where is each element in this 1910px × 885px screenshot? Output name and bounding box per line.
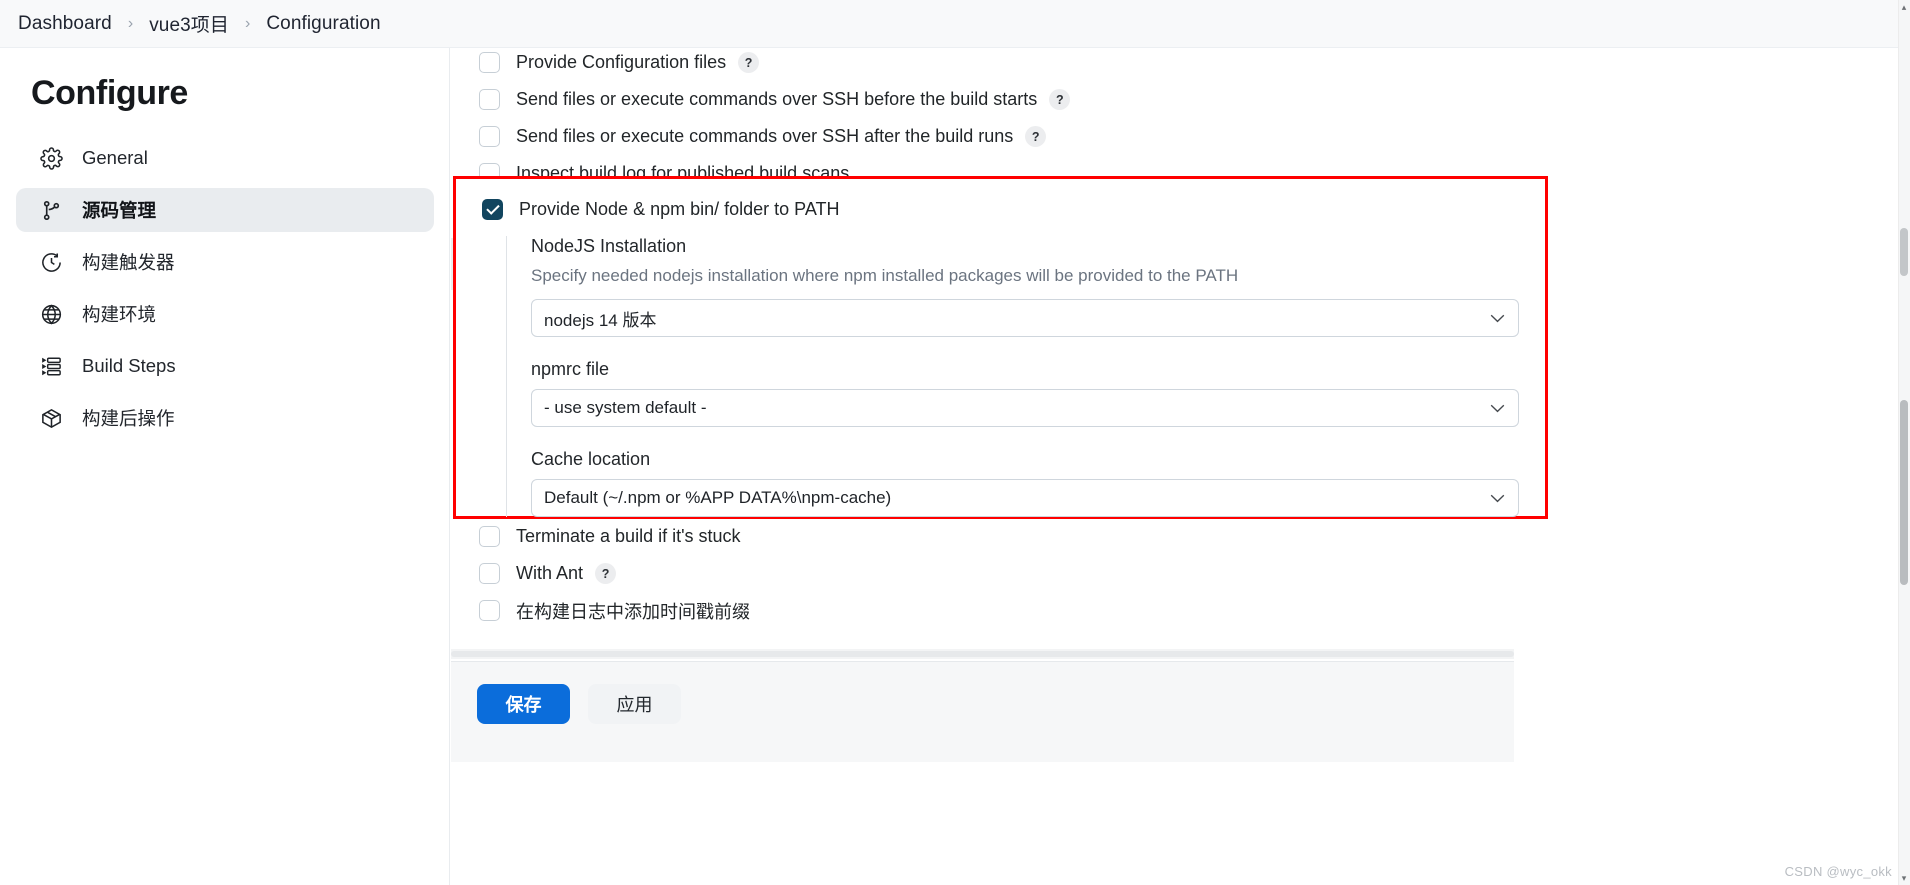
option-label: Send files or execute commands over SSH … — [516, 126, 1014, 146]
breadcrumb-item-project[interactable]: vue3项目 — [149, 10, 229, 37]
highlight-box-nodejs: Provide Node & npm bin/ folder to PATH N… — [453, 176, 1548, 519]
bottom-options-group: Terminate a build if it's stuck With Ant… — [479, 518, 750, 629]
option-label: With Ant — [516, 563, 584, 583]
package-icon — [38, 405, 64, 431]
app-window: Dashboard › vue3项目 › Configuration Confi… — [0, 0, 1910, 885]
sidebar-item-build-steps[interactable]: Build Steps — [16, 344, 434, 388]
chevron-down-icon — [1490, 398, 1505, 418]
scroll-down-icon[interactable]: ▾ — [1899, 873, 1909, 883]
watermark: CSDN @wyc_okk — [1784, 864, 1892, 879]
sidebar-item-source-control[interactable]: 源码管理 — [16, 188, 434, 232]
npmrc-file-label: npmrc file — [531, 359, 610, 379]
scroll-up-icon[interactable]: ▴ — [1899, 2, 1909, 12]
cache-location-value: Default (~/.npm or %APP DATA%\npm-cache) — [544, 488, 892, 507]
breadcrumb-item-dashboard[interactable]: Dashboard — [18, 13, 112, 35]
horizontal-scrollbar[interactable] — [451, 649, 1514, 659]
breadcrumb-separator: › — [245, 14, 251, 32]
breadcrumb: Dashboard › vue3项目 › Configuration — [0, 0, 1898, 48]
cache-location-select[interactable]: Default (~/.npm or %APP DATA%\npm-cache) — [531, 479, 1519, 517]
nodejs-installation-description: Specify needed nodejs installation where… — [531, 266, 1239, 285]
chevron-down-icon — [1490, 488, 1505, 508]
top-options-group: Provide Configuration files ? Send files… — [479, 48, 1071, 192]
gear-icon — [38, 145, 64, 171]
option-label: Send files or execute commands over SSH … — [516, 89, 1038, 109]
checkbox[interactable] — [479, 52, 500, 73]
option-terminate-stuck-build[interactable]: Terminate a build if it's stuck — [479, 518, 750, 555]
sidebar-item-label: 构建触发器 — [82, 252, 175, 273]
sidebar-item-label: General — [82, 147, 148, 168]
checkbox[interactable] — [479, 89, 500, 110]
checkbox[interactable] — [479, 600, 500, 621]
sidebar-item-label: 源码管理 — [82, 200, 157, 221]
cache-location-label: Cache location — [531, 449, 651, 469]
breadcrumb-separator: › — [127, 14, 134, 32]
option-provide-configuration-files[interactable]: Provide Configuration files ? — [479, 48, 1070, 81]
main-content: Provide Configuration files ? Send files… — [451, 48, 1898, 885]
help-icon[interactable]: ? — [595, 563, 617, 584]
option-provide-node-npm-path[interactable]: Provide Node & npm bin/ folder to PATH — [482, 191, 1545, 228]
nodejs-settings: NodeJS Installation Specify needed nodej… — [506, 236, 1545, 517]
clock-icon — [38, 249, 64, 275]
globe-icon — [38, 301, 64, 327]
option-label: Provide Node & npm bin/ folder to PATH — [519, 199, 840, 219]
option-with-ant[interactable]: With Ant ? — [479, 555, 750, 592]
steps-icon — [38, 353, 64, 379]
sidebar-item-label: Build Steps — [82, 355, 176, 376]
help-icon[interactable]: ? — [738, 52, 760, 73]
sidebar-item-label: 构建环境 — [82, 304, 157, 325]
nodejs-installation-select[interactable]: nodejs 14 版本 — [531, 299, 1519, 337]
breadcrumb-item-configuration[interactable]: Configuration — [266, 13, 380, 35]
apply-button[interactable]: 应用 — [588, 684, 681, 724]
vertical-scrollbar-thumb-top[interactable] — [1900, 228, 1908, 276]
sidebar-item-general[interactable]: General — [16, 136, 434, 180]
sidebar-nav: General 源码管理 构建触发器 构建环境 Build Steps 构建后操… — [8, 136, 442, 448]
sidebar: Configure General 源码管理 构建触发器 构建环境 Build … — [0, 48, 450, 885]
page-title: Configure — [31, 74, 188, 112]
sidebar-item-build-environment[interactable]: 构建环境 — [16, 292, 434, 336]
sidebar-item-build-triggers[interactable]: 构建触发器 — [16, 240, 434, 284]
option-label: Terminate a build if it's stuck — [516, 526, 741, 546]
checkbox[interactable] — [479, 126, 500, 147]
option-label: Provide Configuration files — [516, 52, 727, 72]
help-icon[interactable]: ? — [1049, 89, 1071, 110]
chevron-down-icon — [1490, 308, 1505, 328]
option-ssh-after-build[interactable]: Send files or execute commands over SSH … — [479, 118, 1070, 155]
vertical-scrollbar-thumb[interactable] — [1900, 400, 1908, 585]
option-add-timestamps[interactable]: 在构建日志中添加时间戳前缀 — [479, 592, 750, 629]
sidebar-item-label: 构建后操作 — [82, 408, 175, 429]
option-ssh-before-build[interactable]: Send files or execute commands over SSH … — [479, 81, 1071, 118]
nodejs-installation-value: nodejs 14 版本 — [544, 310, 657, 330]
vertical-scrollbar[interactable]: ▴ ▾ — [1898, 0, 1910, 885]
checkbox[interactable] — [482, 199, 503, 220]
form-action-bar: 保存 应用 — [451, 662, 1514, 762]
nodejs-installation-label: NodeJS Installation — [531, 236, 687, 256]
checkbox[interactable] — [479, 563, 500, 584]
help-icon[interactable]: ? — [1025, 126, 1047, 147]
npmrc-file-select[interactable]: - use system default - — [531, 389, 1519, 427]
checkbox[interactable] — [479, 526, 500, 547]
npmrc-file-value: - use system default - — [544, 398, 707, 417]
option-label: 在构建日志中添加时间戳前缀 — [516, 601, 750, 622]
save-button[interactable]: 保存 — [477, 684, 570, 724]
branch-icon — [38, 197, 64, 223]
sidebar-item-post-build-actions[interactable]: 构建后操作 — [16, 396, 434, 440]
horizontal-scrollbar-thumb[interactable] — [451, 651, 1514, 657]
